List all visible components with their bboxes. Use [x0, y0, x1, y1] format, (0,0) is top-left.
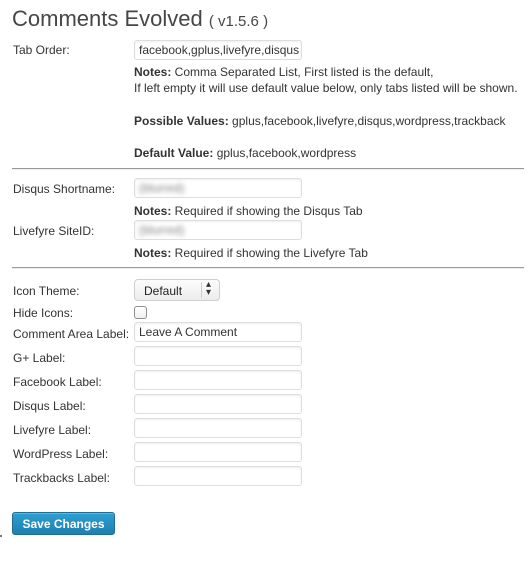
notes-text: Required if showing the Livefyre Tab [171, 246, 368, 260]
livefyre-siteid-value: (blurred) [139, 223, 185, 237]
section-divider [12, 168, 524, 170]
facebook-label-label: Facebook Label: [13, 375, 102, 389]
page-title: Comments Evolved ( v1.5.6 ) [12, 6, 268, 32]
livefyre-siteid-label: Livefyre SiteID: [13, 224, 95, 238]
possible-values-label: Possible Values: [134, 114, 229, 128]
gplus-label-label: G+ Label: [13, 351, 66, 365]
save-changes-button[interactable]: Save Changes [12, 512, 115, 535]
notes-label: Notes: [134, 246, 172, 260]
disqus-shortname-value: (blurred) [139, 181, 185, 195]
stray-dot [0, 535, 2, 537]
notes-label: Notes: [134, 65, 172, 79]
possible-values-text: gplus,facebook,livefyre,disqus,wordpress… [228, 114, 506, 128]
gplus-label-input[interactable] [134, 346, 302, 366]
comment-area-label-label: Comment Area Label: [13, 327, 130, 341]
notes-label: Notes: [134, 204, 172, 218]
section-divider [12, 267, 524, 269]
select-arrows-icon: ▴ ▾ [206, 279, 212, 298]
notes-text: Required if showing the Disqus Tab [171, 204, 363, 218]
comment-area-label-input[interactable]: Leave A Comment [134, 322, 302, 342]
possible-values: Possible Values: gplus,facebook,livefyre… [134, 114, 506, 128]
facebook-label-input[interactable] [134, 370, 302, 390]
disqus-label-input[interactable] [134, 394, 302, 414]
icon-theme-label: Icon Theme: [13, 284, 80, 298]
tab-order-input[interactable]: facebook,gplus,livefyre,disqus [134, 40, 302, 60]
disqus-notes: Notes: Required if showing the Disqus Ta… [134, 204, 363, 218]
plugin-version: ( v1.5.6 ) [208, 13, 269, 30]
default-value: Default Value: gplus,facebook,wordpress [134, 146, 356, 160]
select-separator [201, 282, 202, 298]
disqus-shortname-label: Disqus Shortname: [13, 182, 116, 196]
icon-theme-select[interactable]: Default ▴ ▾ [134, 279, 220, 301]
tab-order-notes-line2: If left empty it will use default value … [134, 81, 518, 95]
wordpress-label-input[interactable] [134, 442, 302, 462]
disqus-label-label: Disqus Label: [13, 399, 86, 413]
trackbacks-label-input[interactable] [134, 466, 302, 486]
default-value-text: gplus,facebook,wordpress [213, 146, 357, 160]
wordpress-label-label: WordPress Label: [13, 447, 109, 461]
livefyre-notes: Notes: Required if showing the Livefyre … [134, 246, 368, 260]
notes-text: Comma Separated List, First listed is th… [171, 65, 434, 79]
trackbacks-label-label: Trackbacks Label: [13, 471, 110, 485]
icon-theme-value: Default [144, 284, 183, 298]
hide-icons-label: Hide Icons: [13, 306, 74, 320]
livefyre-siteid-input[interactable]: (blurred) [134, 220, 302, 240]
tab-order-label: Tab Order: [13, 43, 70, 57]
hide-icons-checkbox[interactable] [134, 306, 147, 319]
livefyre-label-input[interactable] [134, 418, 302, 438]
disqus-shortname-input[interactable]: (blurred) [134, 178, 302, 198]
livefyre-label-label: Livefyre Label: [13, 423, 92, 437]
default-value-label: Default Value: [134, 146, 214, 160]
plugin-name: Comments Evolved [12, 6, 203, 31]
tab-order-notes: Notes: Comma Separated List, First liste… [134, 65, 433, 79]
